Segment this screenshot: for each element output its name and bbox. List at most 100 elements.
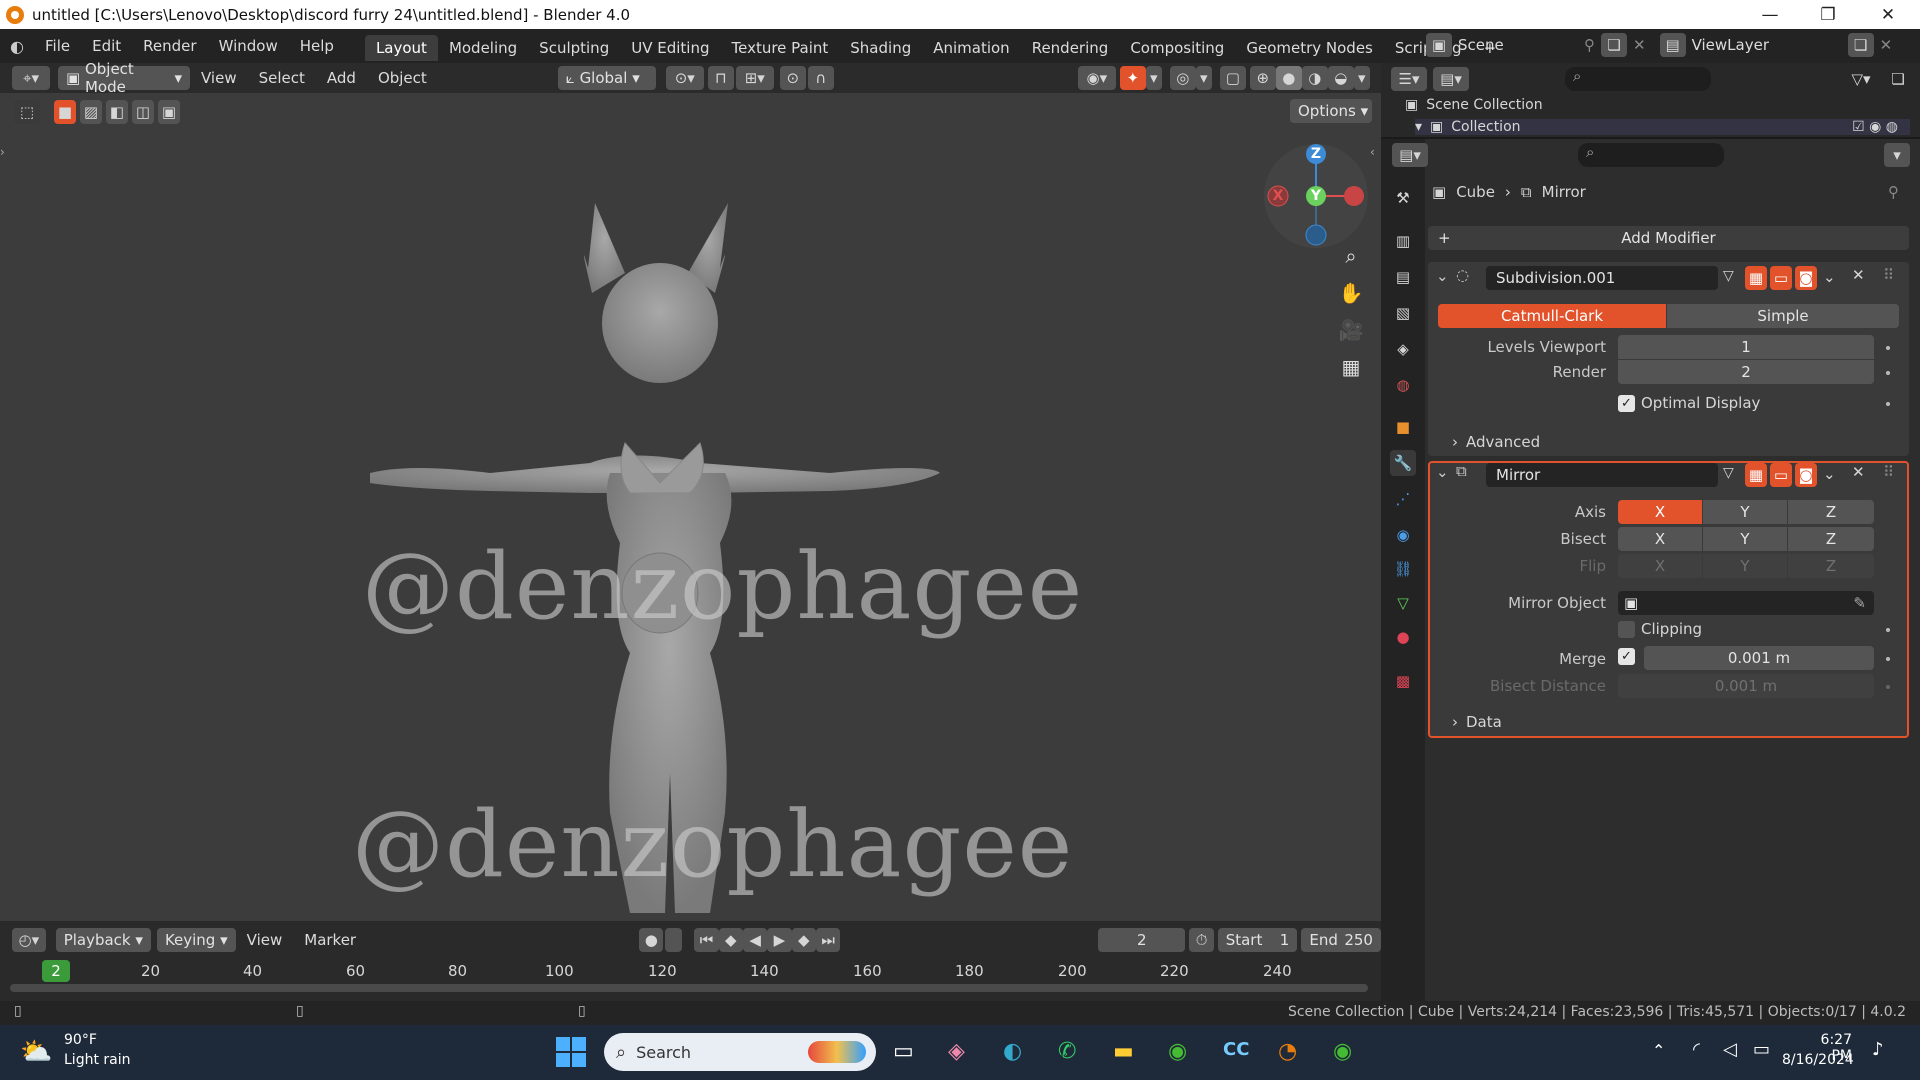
render-toggle-icon[interactable]: ◙	[1795, 463, 1817, 487]
taskbar-search-box[interactable]: ⌕ Search	[604, 1033, 876, 1071]
jump-keyframe-forward-icon[interactable]: ◆	[791, 928, 816, 952]
remove-view-layer-icon[interactable]: ✕	[1880, 36, 1893, 54]
capcut-icon[interactable]: CC	[1223, 1039, 1249, 1060]
flip-x-toggle[interactable]: X	[1618, 554, 1702, 578]
keyframe-dot[interactable]	[1886, 371, 1890, 375]
data-tab-icon[interactable]: ▽	[1390, 590, 1416, 616]
new-view-layer-icon[interactable]: ❏	[1847, 33, 1874, 57]
outliner-row-scene-collection[interactable]: ▣ Scene Collection	[1405, 97, 1543, 113]
weather-icon[interactable]: ⛅	[20, 1037, 52, 1067]
maximize-button[interactable]: ❐	[1800, 0, 1856, 29]
levels-viewport-field[interactable]: 1	[1618, 335, 1874, 359]
delete-modifier-icon[interactable]: ✕	[1852, 266, 1865, 284]
render-levels-field[interactable]: 2	[1618, 360, 1874, 384]
play-icon[interactable]: ▶	[767, 928, 792, 952]
snap-target-icon[interactable]: ⊞▾	[735, 66, 774, 90]
task-view-icon[interactable]: ▭	[893, 1039, 914, 1064]
collapse-icon[interactable]: ⌄	[1436, 267, 1449, 285]
shading-wireframe-icon[interactable]: ⊕	[1249, 66, 1276, 90]
gizmo-icon[interactable]: ✦	[1119, 66, 1146, 90]
viewport-toggle-icon[interactable]: ▭	[1770, 463, 1792, 487]
keying-dropdown[interactable]: Keying ▾	[156, 928, 236, 952]
options-dropdown[interactable]: Options ▾	[1290, 99, 1372, 123]
collapse-icon[interactable]: ⌄	[1436, 463, 1449, 481]
scene-icon[interactable]: ▣	[1426, 33, 1452, 57]
auto-keying-icon[interactable]: ●	[639, 928, 664, 952]
drag-handle-icon[interactable]: ⠿	[1883, 266, 1894, 284]
keyframe-dot[interactable]	[1886, 402, 1890, 406]
properties-search-input[interactable]: ⌕	[1578, 143, 1724, 167]
tab-sculpting[interactable]: Sculpting	[528, 35, 620, 61]
keyframe-dot[interactable]	[1886, 346, 1890, 350]
modifier-tab-icon[interactable]: 🔧	[1390, 450, 1416, 476]
pin-icon[interactable]: ⚲	[1888, 183, 1899, 201]
overlays-icon[interactable]: ◎	[1169, 66, 1196, 90]
toolbar-expand-icon[interactable]: ›	[0, 145, 5, 159]
eyedropper-icon[interactable]: ✎	[1853, 594, 1866, 612]
bisect-y-toggle[interactable]: Y	[1703, 527, 1787, 551]
cage-toggle-icon[interactable]: ▦	[1745, 463, 1767, 487]
jump-keyframe-back-icon[interactable]: ◆	[718, 928, 743, 952]
object-mode-dropdown[interactable]: ▣ Object Mode ▾	[58, 60, 190, 96]
edit-mode-toggle-icon[interactable]: ▽	[1723, 465, 1734, 481]
playhead[interactable]: 2	[42, 960, 70, 982]
play-reverse-icon[interactable]: ◀	[742, 928, 768, 952]
tab-modeling[interactable]: Modeling	[438, 35, 528, 61]
pin-icon[interactable]: ⚲	[1584, 36, 1595, 54]
tab-shading[interactable]: Shading	[839, 35, 922, 61]
constraints-tab-icon[interactable]: ⛓	[1390, 556, 1416, 582]
tool-tab-icon[interactable]: ⚒	[1390, 185, 1416, 211]
select-subtract-icon[interactable]: ◧	[106, 100, 128, 124]
snap-icon[interactable]: ⊓	[707, 66, 734, 90]
select-new-icon[interactable]: ■	[54, 100, 76, 124]
current-frame-field[interactable]: 2	[1098, 928, 1186, 952]
object-tab-icon[interactable]: ■	[1390, 414, 1416, 440]
preview-range-icon[interactable]: ⏱	[1189, 928, 1214, 952]
edge-icon[interactable]: ◐	[1003, 1039, 1022, 1064]
close-button[interactable]: ✕	[1860, 0, 1916, 29]
timeline-ruler[interactable]: 2 20 40 60 80 100 120 140 160 180 200 22…	[0, 959, 1381, 983]
view-layer-name[interactable]: ViewLayer	[1692, 36, 1842, 54]
new-scene-icon[interactable]: ❏	[1601, 33, 1627, 57]
delete-modifier-icon[interactable]: ✕	[1852, 463, 1865, 481]
timeline-menu-view[interactable]: View	[236, 923, 294, 957]
cage-toggle-icon[interactable]: ▦	[1745, 266, 1767, 290]
select-intersect-icon[interactable]: ▣	[158, 100, 180, 124]
keyframe-dot[interactable]	[1886, 685, 1890, 689]
merge-distance-field[interactable]: 0.001 m	[1644, 646, 1874, 670]
filter-icon[interactable]: ▽▾	[1843, 67, 1879, 91]
chrome-icon[interactable]: ◉	[1168, 1039, 1187, 1064]
select-tool-icon[interactable]: ⬚	[14, 100, 40, 124]
tab-texture-paint[interactable]: Texture Paint	[720, 35, 839, 61]
wifi-icon[interactable]: ◜	[1693, 1039, 1700, 1060]
add-modifier-button[interactable]: + Add Modifier	[1428, 226, 1909, 250]
mirror-name-field[interactable]: Mirror	[1486, 463, 1718, 487]
axis-x-toggle[interactable]: X	[1618, 500, 1702, 524]
menu-render[interactable]: Render	[132, 29, 207, 63]
particles-tab-icon[interactable]: ⋰	[1390, 486, 1416, 512]
clock-date[interactable]: 8/16/2024	[1782, 1052, 1854, 1068]
zoom-icon[interactable]: ⌕	[1336, 241, 1366, 271]
properties-editor-icon[interactable]: ▤▾	[1392, 143, 1428, 167]
shading-rendered-icon[interactable]: ◒	[1327, 66, 1354, 90]
xray-icon[interactable]: ▢	[1219, 66, 1246, 90]
drag-handle-icon[interactable]: ⠿	[1883, 463, 1894, 481]
chrome-profile-icon[interactable]: ◉	[1333, 1039, 1352, 1064]
edit-mode-toggle-icon[interactable]: ▽	[1723, 268, 1734, 284]
collection-visibility-icons[interactable]: ☑ ◉ ◍	[1852, 119, 1898, 135]
menu-file[interactable]: File	[34, 29, 81, 63]
viewport-menu-view[interactable]: View	[190, 61, 248, 95]
shading-material-icon[interactable]: ◑	[1301, 66, 1328, 90]
menu-window[interactable]: Window	[208, 29, 289, 63]
menu-help[interactable]: Help	[289, 29, 345, 63]
scene-name[interactable]: Scene	[1458, 36, 1578, 54]
battery-icon[interactable]: ▭	[1753, 1039, 1770, 1060]
playback-dropdown[interactable]: Playback ▾	[55, 928, 151, 952]
scene-tab-icon[interactable]: ◈	[1390, 336, 1416, 362]
notification-bell-icon[interactable]: ♪	[1872, 1039, 1884, 1060]
jump-start-icon[interactable]: ⏮	[694, 928, 719, 952]
pivot-point-icon[interactable]: ⊙▾	[665, 66, 704, 90]
timeline-scrollbar[interactable]	[10, 984, 1368, 992]
visibility-icon[interactable]: ◉▾	[1077, 66, 1116, 90]
view-layer-tab-icon[interactable]: ▧	[1390, 300, 1416, 326]
